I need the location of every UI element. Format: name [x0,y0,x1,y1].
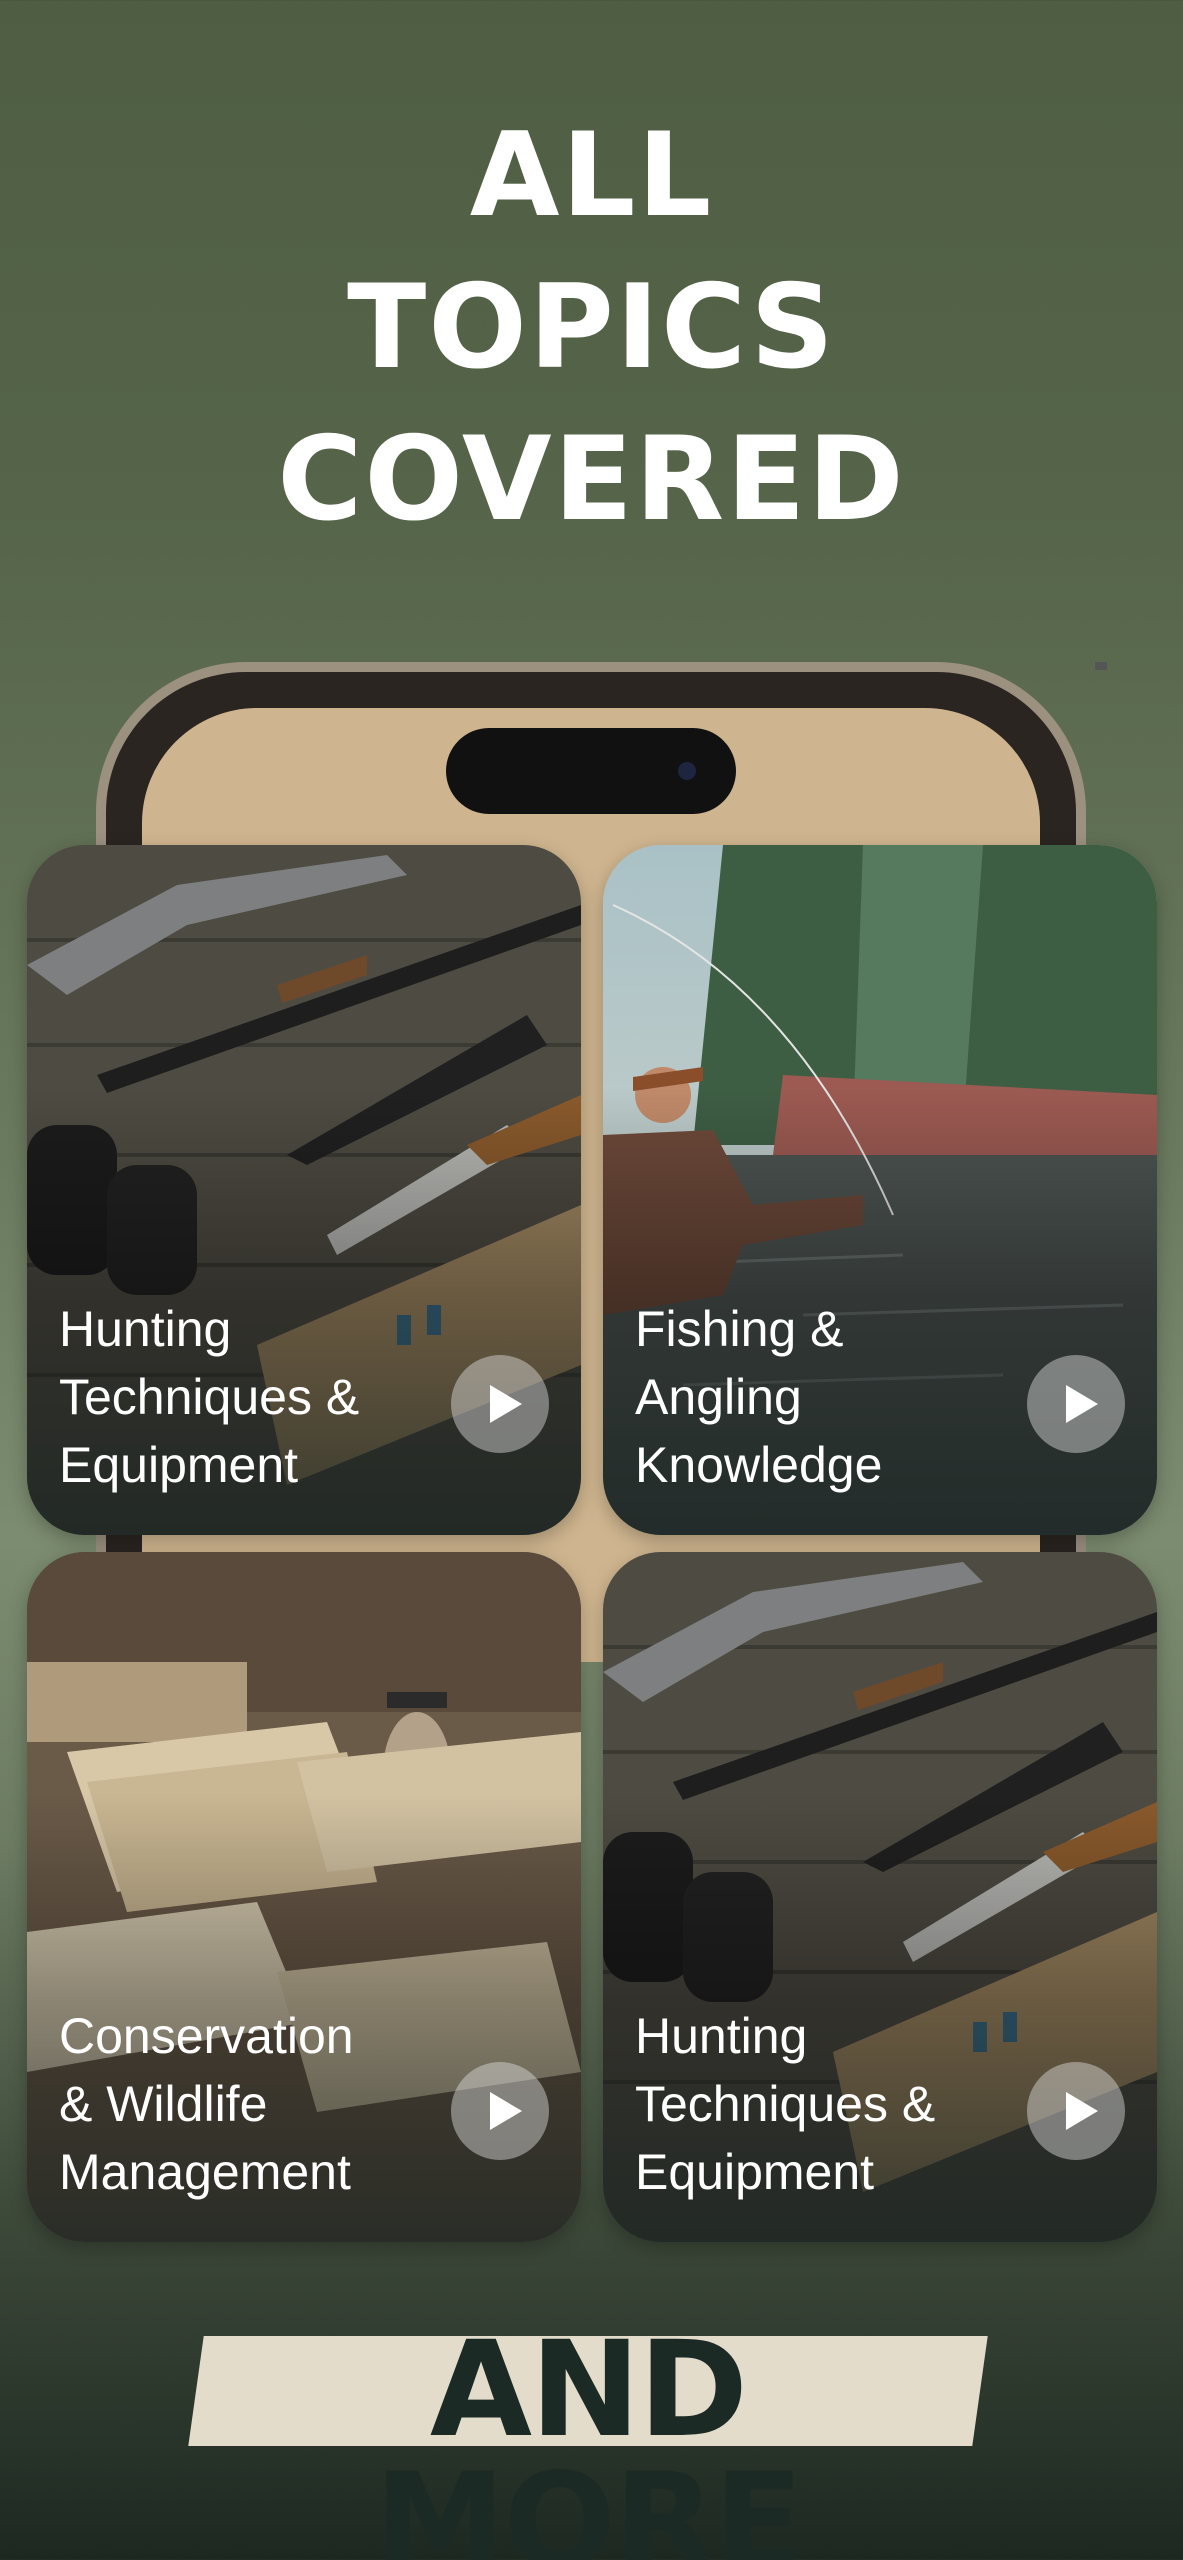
card-title: Conservation & Wildlife Management [59,2008,354,2200]
topic-card-conservation[interactable]: Conservation & Wildlife Management [27,1552,581,2242]
headline: ALL TOPICS COVERED [0,100,1183,556]
front-camera-icon [678,762,696,780]
and-more-label: AND MORE [374,2313,803,2560]
card-title: Hunting Techniques & Equipment [635,2008,936,2200]
play-icon[interactable] [451,1355,549,1453]
dynamic-island [446,728,736,814]
play-icon[interactable] [1027,2062,1125,2160]
headline-line-1: ALL [469,108,714,243]
headline-line-2: TOPICS [347,260,836,395]
card-title: Fishing & Angling Knowledge [635,1301,883,1493]
and-more-banner: AND MORE [188,2318,988,2560]
phone-side-button [1095,662,1107,670]
play-icon[interactable] [451,2062,549,2160]
topic-card-fishing[interactable]: Fishing & Angling Knowledge [603,845,1157,1535]
topic-card-hunting-2[interactable]: Hunting Techniques & Equipment [603,1552,1157,2242]
topic-card-hunting[interactable]: Hunting Techniques & Equipment [27,845,581,1535]
card-title: Hunting Techniques & Equipment [59,1301,360,1493]
play-icon[interactable] [1027,1355,1125,1453]
headline-line-3: COVERED [277,412,906,547]
